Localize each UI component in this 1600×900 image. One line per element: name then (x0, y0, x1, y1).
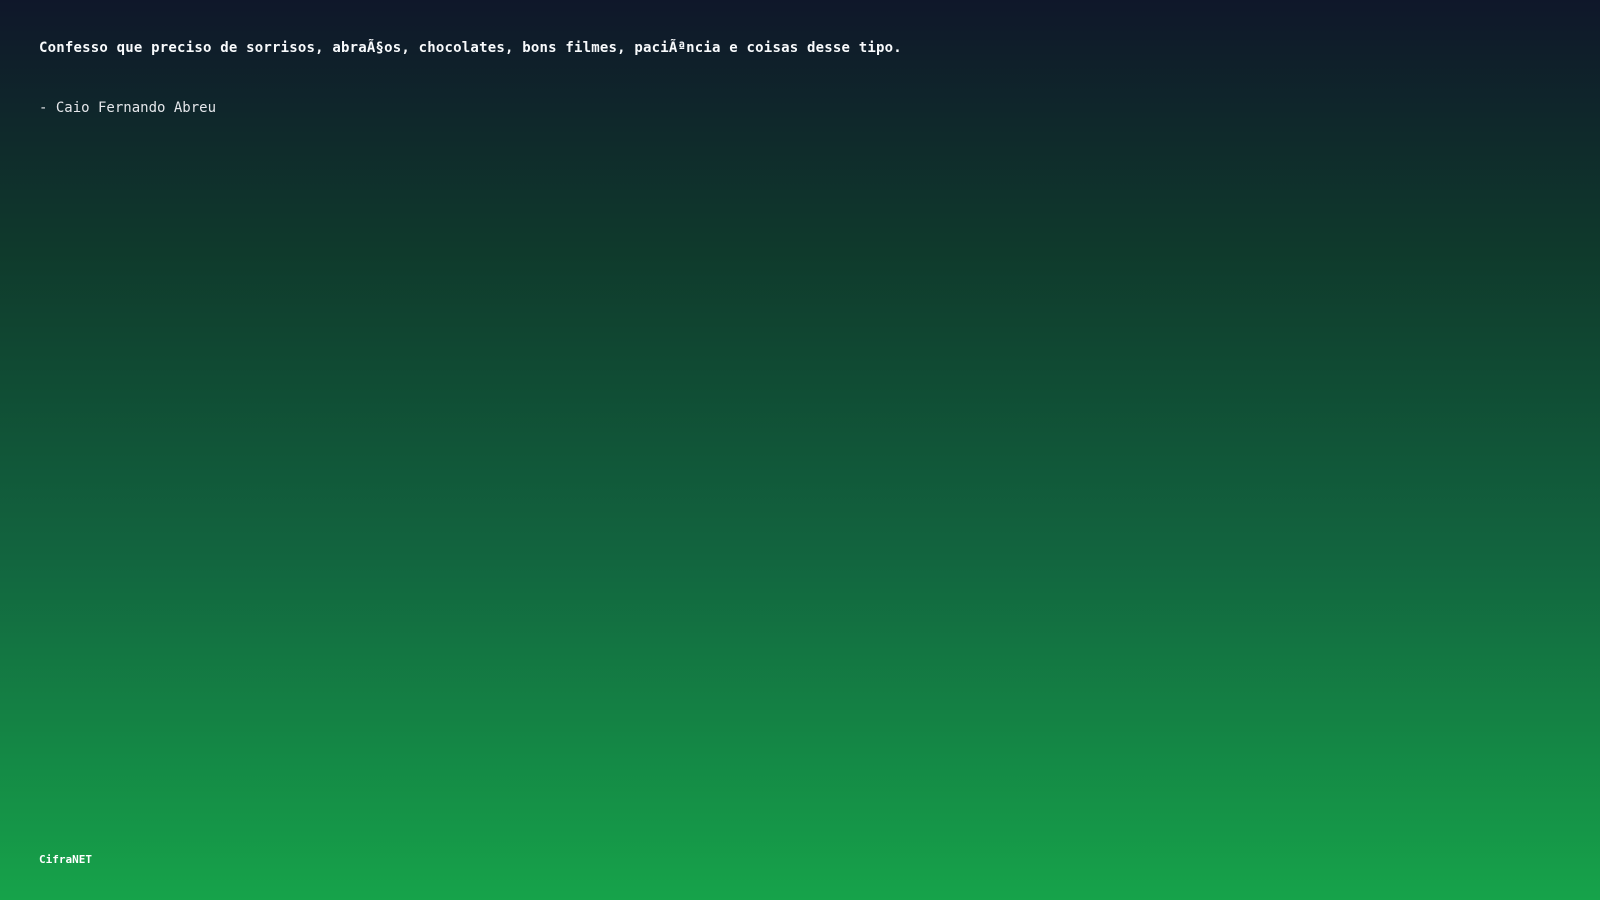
quote-author: - Caio Fernando Abreu (39, 100, 217, 116)
quote-text: Confesso que preciso de sorrisos, abraÃ§… (39, 40, 902, 56)
brand-logo-text: CifraNET (39, 853, 92, 866)
quote-screen: { "quote": { "text": "Confesso que preci… (0, 0, 1600, 900)
